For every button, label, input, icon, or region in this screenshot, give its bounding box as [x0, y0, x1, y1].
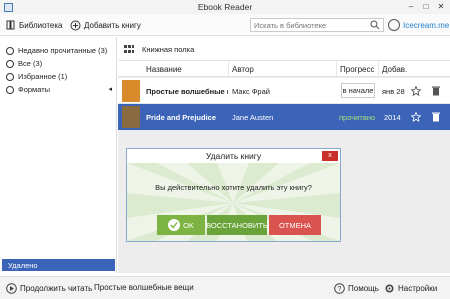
ok-button[interactable]: OK [157, 215, 205, 235]
ok-label: OK [183, 220, 194, 230]
status-bar: Продолжить читать Простые волшебные вещи… [0, 276, 450, 299]
column-title[interactable]: Название [146, 65, 182, 74]
window-title: Ebook Reader [197, 2, 253, 12]
svg-text:?: ? [338, 286, 342, 293]
continue-reading-button[interactable]: Продолжить читать [6, 283, 92, 294]
clock-icon [6, 46, 14, 55]
column-divider [336, 61, 337, 77]
settings-button[interactable]: Настройки [384, 283, 437, 294]
search-icon[interactable] [370, 20, 380, 30]
progress-status: прочитано [339, 113, 376, 122]
dialog-close-button[interactable]: x [322, 151, 338, 161]
close-button[interactable]: ✕ [434, 1, 448, 12]
book-author: Макс Фрай [232, 87, 270, 96]
progress-status: в начале [341, 83, 375, 98]
microphone-icon[interactable] [388, 19, 400, 31]
checkmark-icon [168, 219, 181, 231]
book-cover [122, 106, 140, 128]
settings-label: Настройки [398, 284, 438, 293]
sidebar-item-label: Удалено [8, 260, 38, 270]
minimize-button[interactable]: – [404, 1, 418, 12]
delete-book-dialog: Удалить книгу x Вы действительно хотите … [126, 148, 341, 242]
sidebar-item-all[interactable]: Все (3) [6, 58, 114, 69]
column-author[interactable]: Автор [232, 65, 254, 74]
gear-icon [385, 284, 394, 293]
column-added[interactable]: Добав. [382, 65, 407, 74]
column-divider [228, 61, 229, 77]
restore-button[interactable]: ВОССТАНОВИТЬ [206, 215, 268, 235]
sidebar-item-label: Избранное (1) [18, 72, 68, 81]
library-label: Библиотека [19, 20, 63, 30]
book-author: Jane Austen [232, 113, 274, 122]
star-icon[interactable] [411, 86, 421, 96]
add-book-label: Добавить книгу [84, 20, 141, 30]
table-row[interactable]: Простые волшебные в Макс Фрай в начале я… [118, 78, 450, 104]
sidebar: Недавно прочитанные (3) Все (3) Избранно… [0, 37, 117, 273]
sidebar-item-label: Форматы [18, 85, 51, 94]
star-icon[interactable] [411, 112, 421, 122]
dialog-title: Удалить книгу [127, 149, 340, 163]
view-bar: Книжная полка [118, 37, 450, 61]
title-bar: Ebook Reader – □ ✕ [0, 0, 450, 14]
help-button[interactable]: ? Помощь [334, 283, 379, 294]
sidebar-item-label: Все (3) [18, 59, 43, 68]
grid-view-icon[interactable] [124, 45, 134, 54]
help-icon: ? [334, 283, 345, 294]
star-icon [6, 72, 14, 81]
sidebar-item-label: Недавно прочитанные (3) [18, 46, 108, 55]
brand-link[interactable]: Icecream.me [403, 21, 449, 30]
trash-icon[interactable] [432, 86, 440, 96]
help-label: Помощь [348, 284, 379, 293]
library-icon [6, 20, 15, 30]
dialog-message: Вы действительно хотите удалить эту книг… [155, 183, 312, 192]
column-progress[interactable]: Прогресс [340, 65, 374, 74]
library-button[interactable]: Библиотека [6, 19, 63, 31]
play-icon [6, 283, 17, 294]
maximize-button[interactable]: □ [419, 1, 433, 12]
date-added: 2014 [384, 113, 401, 122]
trash-icon[interactable] [432, 112, 440, 122]
dialog-body: Вы действительно хотите удалить эту книг… [127, 163, 340, 241]
bookshelf-view-label[interactable]: Книжная полка [142, 45, 194, 54]
table-row-selected[interactable]: Pride and Prejudice Jane Austen прочитан… [118, 104, 450, 130]
book-title: Простые волшебные в [146, 87, 228, 96]
sidebar-item-recent[interactable]: Недавно прочитанные (3) [6, 45, 114, 56]
search-input[interactable] [250, 18, 384, 32]
chevron-left-icon: ◂ [108, 86, 112, 93]
formats-icon [6, 85, 14, 94]
book-title: Pride and Prejudice [146, 113, 217, 122]
toolbar: Библиотека Добавить книгу Icecream.me [0, 14, 450, 36]
add-icon [70, 20, 81, 30]
add-book-button[interactable]: Добавить книгу [70, 19, 141, 31]
cancel-button[interactable]: ОТМЕНА [269, 215, 321, 235]
books-icon [6, 59, 14, 68]
continue-reading-label: Продолжить читать [20, 284, 93, 293]
book-cover [122, 80, 140, 102]
sidebar-item-favorites[interactable]: Избранное (1) [6, 71, 114, 82]
date-added: янв 28 [382, 87, 405, 96]
table-header: Название Автор Прогресс Добав. [118, 61, 450, 77]
column-divider [378, 61, 379, 77]
current-book-title: Простые волшебные вещи [94, 283, 194, 292]
sidebar-item-formats[interactable]: Форматы ◂ [6, 84, 114, 95]
sidebar-item-deleted[interactable]: Удалено [2, 259, 115, 271]
